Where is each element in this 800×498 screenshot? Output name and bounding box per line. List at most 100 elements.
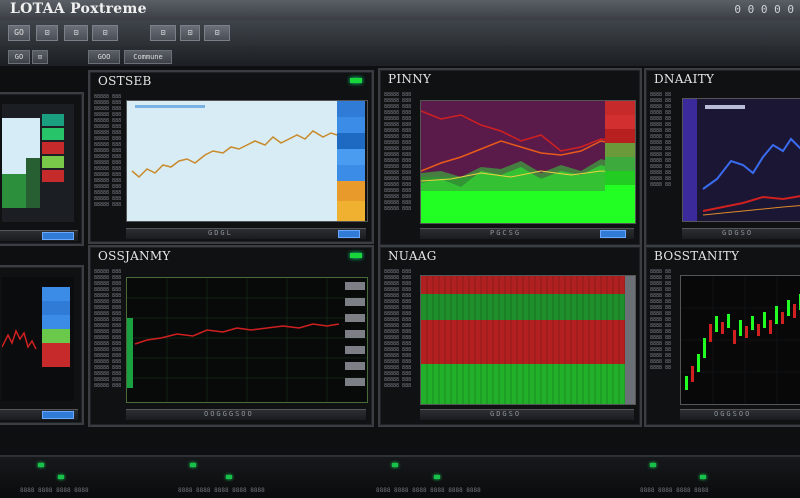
status-text: 8888 8888 8888 8888 8888 8888 bbox=[376, 487, 481, 494]
status-text: 8888 8888 8888 8888 8888 bbox=[178, 487, 265, 494]
panel-left-top-chart bbox=[2, 104, 74, 222]
side-cell bbox=[42, 287, 70, 301]
panel-ossjanmy-chart bbox=[126, 277, 368, 403]
scrollbar[interactable] bbox=[625, 276, 635, 404]
side-cell bbox=[337, 101, 365, 117]
footer-label: GDGL bbox=[208, 229, 233, 237]
panel-pinny-chart bbox=[420, 100, 636, 224]
panel-title: PINNY bbox=[388, 72, 432, 86]
toolbar-button-7[interactable]: ⊡ bbox=[204, 25, 230, 41]
side-cell bbox=[345, 298, 365, 306]
panel-dnaaity: DNAAITY 8888 88 8888 88 8888 88 8888 88 … bbox=[644, 68, 800, 247]
status-led bbox=[650, 463, 656, 467]
chart-legend bbox=[705, 105, 745, 109]
side-cell bbox=[605, 101, 635, 115]
panel-left-top-footer-button[interactable] bbox=[42, 232, 74, 240]
footer-label: GDGSO bbox=[490, 410, 522, 418]
panel-title: NUAAG bbox=[388, 249, 437, 263]
panel-title: OSTSEB bbox=[98, 74, 152, 88]
side-cell bbox=[605, 185, 635, 199]
chart-block-2 bbox=[26, 158, 40, 208]
panel-pinny-footer-button[interactable] bbox=[600, 230, 626, 238]
toolbar-button-5[interactable]: ⊡ bbox=[150, 25, 176, 41]
footer-label: PGCSG bbox=[490, 229, 522, 237]
side-cell bbox=[345, 330, 365, 338]
number-column: 88888 888 88888 888 88888 888 88888 888 … bbox=[384, 92, 412, 212]
status-led bbox=[434, 475, 440, 479]
bottom-status-strip: 8888 8888 8888 8888 8888 8888 8888 8888 … bbox=[0, 455, 800, 498]
status-led bbox=[350, 253, 362, 258]
left-mid-chart-svg bbox=[2, 277, 74, 401]
side-cell bbox=[42, 142, 64, 154]
status-led bbox=[38, 463, 44, 467]
panel-bosstanity: BOSSTANITY 8888 88 8888 88 8888 88 8888 … bbox=[644, 245, 800, 427]
panel-left-mid-footer-button[interactable] bbox=[42, 411, 74, 419]
toolbar-button-2[interactable]: ⊡ bbox=[36, 25, 58, 41]
panel-left-mid-chart bbox=[2, 277, 74, 401]
panel-bosstanity-chart bbox=[680, 275, 800, 405]
panel-pinny-footer: PGCSG bbox=[420, 228, 634, 239]
window-controls[interactable]: 0 0 0 0 0 bbox=[734, 3, 794, 16]
status-led bbox=[700, 475, 706, 479]
left-top-chart-svg bbox=[2, 104, 74, 222]
chart-legend bbox=[135, 105, 205, 108]
side-cell bbox=[42, 156, 64, 168]
side-cell bbox=[605, 157, 635, 171]
panel-ostseb-footer-button[interactable] bbox=[338, 230, 360, 238]
footer-label: GDGSO bbox=[722, 229, 754, 237]
toolbar2-button-3[interactable]: GOO bbox=[88, 50, 120, 64]
app-title: LOTAA Poxtreme bbox=[10, 1, 147, 17]
status-led bbox=[58, 475, 64, 479]
panel-title: OSSJANMY bbox=[98, 249, 171, 263]
side-cell bbox=[337, 117, 365, 133]
footer-label: OGGSOO bbox=[714, 410, 752, 418]
nuaag-heatmap bbox=[421, 276, 635, 404]
panel-ossjanmy: OSSJANMY 88888 888 88888 888 88888 888 8… bbox=[88, 245, 374, 427]
status-text: 8888 8888 8888 8888 bbox=[640, 487, 709, 494]
status-led bbox=[226, 475, 232, 479]
panel-left-mid bbox=[0, 265, 84, 425]
panel-left-top bbox=[0, 92, 84, 246]
status-text: 8888 8888 8888 8888 bbox=[20, 487, 89, 494]
number-column: 88888 888 88888 888 88888 888 88888 888 … bbox=[94, 94, 122, 208]
number-column: 88888 888 88888 888 88888 888 88888 888 … bbox=[94, 269, 122, 389]
panel-ostseb-chart bbox=[126, 100, 368, 222]
side-cell bbox=[345, 378, 365, 386]
toolbar-button-4[interactable]: ⊡ bbox=[92, 25, 118, 41]
toolbar2-button-go[interactable]: GO bbox=[8, 50, 30, 64]
toolbar2-button-2[interactable]: ⊡ bbox=[32, 50, 48, 64]
side-cell bbox=[345, 362, 365, 370]
ossjanmy-line-chart bbox=[127, 278, 367, 402]
panel-pinny: PINNY 88888 888 88888 888 88888 888 8888… bbox=[378, 68, 642, 247]
bosstanity-candlestick bbox=[681, 276, 800, 404]
pinny-area-chart bbox=[421, 101, 635, 223]
side-cell bbox=[42, 301, 70, 315]
footer-label: OOGGGSOO bbox=[204, 410, 254, 418]
side-cell bbox=[337, 181, 365, 201]
panel-ostseb-footer: GDGL bbox=[126, 228, 366, 239]
side-cell bbox=[42, 315, 70, 329]
toolbar-button-go[interactable]: GO bbox=[8, 25, 30, 41]
panel-ostseb: OSTSEB 88888 888 88888 888 88888 888 888… bbox=[88, 70, 374, 244]
side-cell bbox=[42, 114, 64, 126]
side-cell bbox=[42, 170, 64, 182]
title-bar: LOTAA Poxtreme 0 0 0 0 0 bbox=[0, 0, 800, 21]
ostseb-line-chart bbox=[127, 101, 365, 221]
panel-ossjanmy-footer: OOGGGSOO bbox=[126, 409, 366, 420]
status-led bbox=[392, 463, 398, 467]
side-cell bbox=[337, 149, 365, 165]
panel-left-top-footer bbox=[0, 230, 78, 241]
side-cell bbox=[337, 201, 365, 221]
toolbar: GO ⊡ ⊡ ⊡ ⊡ ⊡ ⊡ bbox=[0, 20, 800, 47]
chart-plot-area bbox=[127, 101, 337, 221]
heat-band bbox=[421, 294, 635, 320]
side-cell bbox=[345, 314, 365, 322]
side-cell bbox=[605, 129, 635, 143]
panel-title: DNAAITY bbox=[654, 72, 715, 86]
side-cell bbox=[605, 171, 635, 185]
toolbar-button-6[interactable]: ⊡ bbox=[180, 25, 200, 41]
panel-dnaaity-footer: GDGSO bbox=[682, 228, 800, 239]
toolbar2-button-commune[interactable]: Commune bbox=[124, 50, 172, 64]
side-cell bbox=[42, 343, 70, 355]
toolbar-button-3[interactable]: ⊡ bbox=[64, 25, 88, 41]
